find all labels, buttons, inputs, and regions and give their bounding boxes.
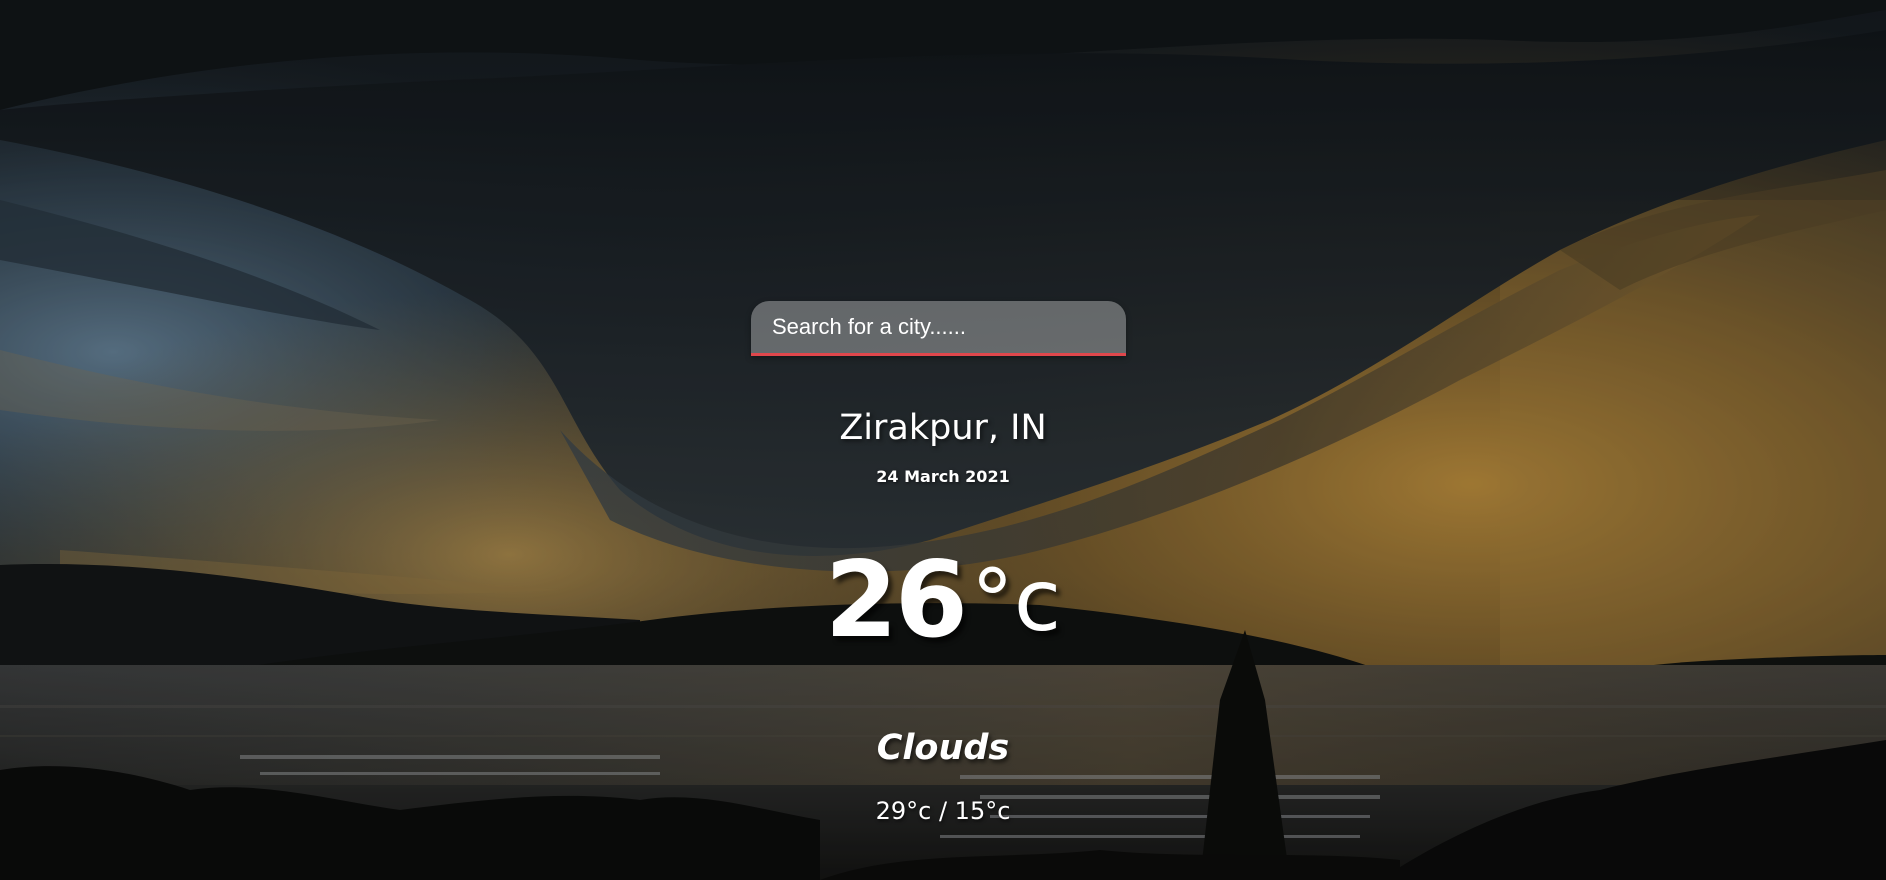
location-name: Zirakpur, IN bbox=[839, 408, 1047, 448]
weather-condition: Clouds bbox=[876, 728, 1010, 768]
city-search-input[interactable] bbox=[751, 301, 1126, 356]
temperature-unit: °c bbox=[970, 551, 1062, 651]
high-low-temperature: 29°c / 15°c bbox=[875, 797, 1011, 825]
current-temperature: 26°c bbox=[0, 548, 1886, 653]
temperature-value: 26 bbox=[824, 539, 968, 661]
current-date: 24 March 2021 bbox=[876, 467, 1010, 486]
weather-app: Zirakpur, IN 24 March 2021 26°c Clouds 2… bbox=[0, 0, 1886, 880]
